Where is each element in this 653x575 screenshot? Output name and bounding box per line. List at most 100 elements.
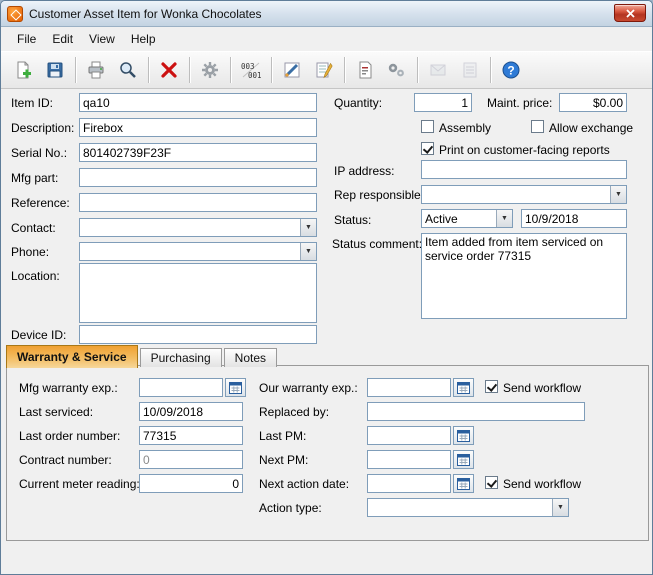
reference-label: Reference:	[11, 196, 70, 210]
serial-lot-numbers-button[interactable]: 003 001	[235, 55, 267, 85]
menu-file[interactable]: File	[9, 29, 44, 49]
action-type-label: Action type:	[259, 501, 322, 515]
send-workflow-action-checkbox[interactable]	[485, 476, 498, 489]
next-pm-calendar-button[interactable]	[453, 450, 474, 469]
calendar-icon	[457, 382, 470, 394]
help-icon: ?	[502, 61, 520, 79]
warranty-service-panel: Mfg warranty exp.: Last serviced: Last o…	[6, 365, 649, 541]
mfg-warranty-calendar-button[interactable]	[225, 378, 246, 397]
phone-label: Phone:	[11, 245, 50, 259]
tab-label: Notes	[234, 351, 267, 365]
save-button[interactable]	[39, 55, 71, 85]
rep-responsible-label: Rep responsible:	[334, 188, 425, 202]
print-reports-label: Print on customer-facing reports	[439, 143, 610, 157]
quantity-input[interactable]	[414, 93, 472, 112]
tab-purchasing[interactable]: Purchasing	[139, 348, 222, 367]
chevron-down-icon: ▼	[300, 243, 316, 260]
quantity-label: Quantity:	[334, 96, 383, 110]
settings-button[interactable]	[194, 55, 226, 85]
item-id-input[interactable]	[79, 93, 317, 112]
serial-no-input[interactable]	[79, 143, 317, 162]
serial-lot-numbers-icon: 003001	[241, 62, 262, 80]
find-button[interactable]	[112, 55, 144, 85]
close-button[interactable]	[614, 4, 646, 22]
tab-warranty-service[interactable]: Warranty & Service	[6, 345, 138, 368]
chevron-down-icon: ▼	[300, 219, 316, 236]
print-button[interactable]	[80, 55, 112, 85]
tab-label: Warranty & Service	[17, 350, 127, 364]
our-warranty-exp-input[interactable]	[367, 378, 451, 397]
report-button	[454, 55, 486, 85]
device-id-input[interactable]	[79, 325, 317, 344]
our-warranty-calendar-button[interactable]	[453, 378, 474, 397]
action-type-select[interactable]: ▼	[367, 498, 569, 517]
last-serviced-input[interactable]	[139, 402, 243, 421]
save-icon	[47, 62, 63, 78]
contact-select[interactable]: ▼	[79, 218, 317, 237]
current-meter-reading-input[interactable]	[139, 474, 243, 493]
last-pm-calendar-button[interactable]	[453, 426, 474, 445]
allow-exchange-checkbox[interactable]	[531, 120, 544, 133]
ip-address-input[interactable]	[421, 160, 627, 179]
status-comment-textarea[interactable]: Item added from item serviced on service…	[421, 233, 627, 319]
last-pm-input[interactable]	[367, 426, 451, 445]
analysis-icon	[284, 62, 300, 78]
replaced-by-label: Replaced by:	[259, 405, 330, 419]
print-reports-checkbox[interactable]	[421, 142, 434, 155]
menu-edit[interactable]: Edit	[44, 29, 81, 49]
tab-notes[interactable]: Notes	[223, 348, 278, 367]
next-pm-label: Next PM:	[259, 453, 309, 467]
form-area: Item ID: Description: Serial No.: Mfg pa…	[1, 89, 652, 574]
tab-label: Purchasing	[150, 351, 211, 365]
phone-select[interactable]: ▼	[79, 242, 317, 261]
send-workflow-warranty-checkbox[interactable]	[485, 380, 498, 393]
last-order-number-input[interactable]	[139, 426, 243, 445]
contract-number-input[interactable]	[139, 450, 243, 469]
rep-responsible-select[interactable]: ▼	[421, 185, 627, 204]
status-select[interactable]: Active ▼	[421, 209, 513, 228]
customer-asset-item-window: Customer Asset Item for Wonka Chocolates…	[0, 0, 653, 575]
replaced-by-input[interactable]	[367, 402, 585, 421]
toolbar-separator	[230, 57, 231, 83]
chevron-down-icon: ▼	[610, 186, 626, 203]
menu-view[interactable]: View	[81, 29, 123, 49]
mfg-warranty-exp-input[interactable]	[139, 378, 223, 397]
toolbar-separator	[417, 57, 418, 83]
report-icon	[463, 62, 477, 78]
titlebar[interactable]: Customer Asset Item for Wonka Chocolates	[1, 1, 652, 27]
action-type-value	[368, 499, 552, 516]
description-input[interactable]	[79, 118, 317, 137]
journal-button[interactable]	[308, 55, 340, 85]
note-button[interactable]	[349, 55, 381, 85]
svg-text:?: ?	[507, 64, 514, 78]
contact-label: Contact:	[11, 221, 56, 235]
mfg-part-input[interactable]	[79, 168, 317, 187]
last-pm-label: Last PM:	[259, 429, 307, 443]
next-pm-input[interactable]	[367, 450, 451, 469]
contract-number-label: Contract number:	[19, 453, 112, 467]
assembly-checkbox[interactable]	[421, 120, 434, 133]
phone-value	[80, 243, 300, 260]
process-button[interactable]	[381, 55, 413, 85]
delete-icon	[161, 62, 177, 78]
location-textarea[interactable]	[79, 263, 317, 323]
next-action-date-label: Next action date:	[259, 477, 350, 491]
new-document-button[interactable]	[7, 55, 39, 85]
reference-input[interactable]	[79, 193, 317, 212]
journal-icon	[316, 62, 333, 79]
status-label: Status:	[334, 213, 372, 227]
tab-bar: Warranty & Service Purchasing Notes	[6, 345, 279, 368]
calendar-icon	[457, 454, 470, 466]
calendar-icon	[229, 382, 242, 394]
status-date-input[interactable]	[521, 209, 627, 228]
close-icon	[625, 8, 635, 18]
delete-button[interactable]	[153, 55, 185, 85]
maint-price-input[interactable]	[559, 93, 627, 112]
calendar-icon	[457, 430, 470, 442]
next-action-date-calendar-button[interactable]	[453, 474, 474, 493]
next-action-date-input[interactable]	[367, 474, 451, 493]
help-button[interactable]: ?	[495, 55, 527, 85]
menu-help[interactable]: Help	[123, 29, 164, 49]
analysis-button[interactable]	[276, 55, 308, 85]
chevron-down-icon: ▼	[496, 210, 512, 227]
